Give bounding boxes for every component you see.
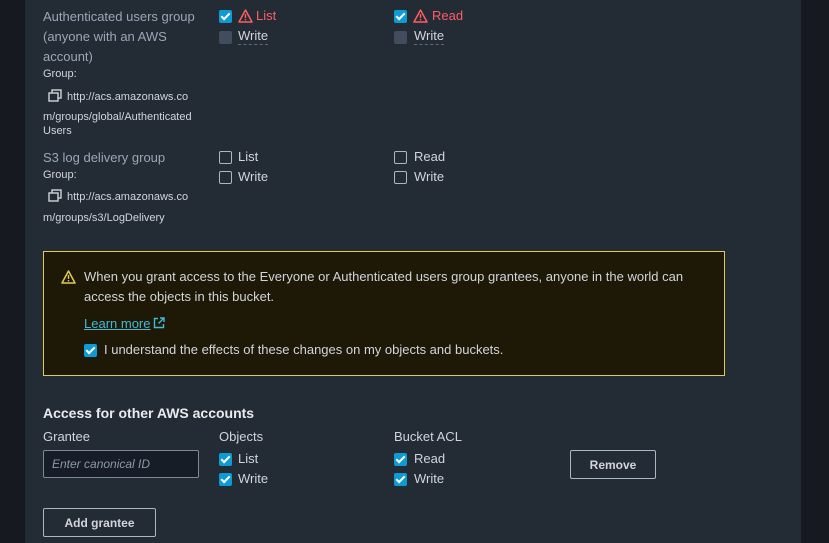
canonical-id-input[interactable]	[44, 451, 198, 477]
other-acl-write-label: Write	[414, 471, 445, 486]
other-acl-read-checkbox[interactable]	[394, 453, 407, 466]
col-objects: Objects	[219, 429, 264, 444]
log-group-label: Group:	[43, 169, 77, 181]
col-grantee: Grantee	[43, 429, 90, 444]
log-objects-list-checkbox[interactable]	[219, 151, 232, 164]
auth-objects-list-checkbox[interactable]	[219, 10, 232, 23]
auth-group-label: Group:	[43, 68, 77, 80]
auth-acl-read-checkbox[interactable]	[394, 10, 407, 23]
auth-objects-write-checkbox[interactable]	[219, 31, 232, 44]
add-grantee-button[interactable]: Add grantee	[43, 508, 156, 537]
other-objects-list-label: List	[238, 451, 259, 466]
log-objects-list-label: List	[238, 149, 259, 164]
log-objects-write-checkbox[interactable]	[219, 171, 232, 184]
auth-group-url-1: http://acs.amazonaws.co	[67, 91, 189, 103]
auth-objects-write-label: Write	[238, 28, 269, 45]
auth-acl-write-checkbox[interactable]	[394, 31, 407, 44]
other-objects-write-checkbox[interactable]	[219, 473, 232, 486]
other-acl-read-label: Read	[414, 451, 446, 466]
auth-group-title-line2: (anyone with an AWS	[43, 29, 167, 44]
other-objects-list-checkbox[interactable]	[219, 453, 232, 466]
log-acl-read-checkbox[interactable]	[394, 151, 407, 164]
log-acl-write-checkbox[interactable]	[394, 171, 407, 184]
other-acl-write-checkbox[interactable]	[394, 473, 407, 486]
canonical-id-field[interactable]	[43, 450, 199, 478]
warning-text: When you grant access to the Everyone or…	[84, 267, 683, 307]
acknowledge-label: I understand the effects of these change…	[104, 342, 504, 357]
copy-icon[interactable]	[48, 89, 62, 102]
log-group-url-2: m/groups/s3/LogDelivery	[43, 212, 165, 224]
copy-icon[interactable]	[48, 189, 62, 202]
warning-text-line1: When you grant access to the Everyone or…	[84, 269, 684, 284]
log-group-title: S3 log delivery group	[43, 150, 166, 165]
auth-group-title-line1: Authenticated users group	[43, 9, 195, 24]
log-acl-write-label: Write	[414, 169, 445, 184]
log-acl-read-label: Read	[414, 149, 446, 164]
auth-group-title-line3: account)	[43, 49, 93, 64]
auth-group-title: Authenticated users group (anyone with a…	[43, 7, 195, 67]
learn-more-label: Learn more	[84, 316, 151, 331]
log-objects-write-label: Write	[238, 169, 269, 184]
warning-icon	[413, 9, 428, 23]
warning-icon	[238, 9, 253, 23]
remove-button[interactable]: Remove	[570, 450, 656, 479]
other-objects-write-label: Write	[238, 471, 269, 486]
auth-group-url-2: m/groups/global/Authenticated	[43, 111, 192, 123]
col-bucket-acl: Bucket ACL	[394, 429, 462, 444]
warning-text-line2: access the objects in this bucket.	[84, 289, 275, 304]
external-link-icon[interactable]	[153, 317, 165, 329]
warning-icon	[61, 270, 76, 284]
other-accounts-heading: Access for other AWS accounts	[43, 405, 255, 421]
acknowledge-checkbox[interactable]	[84, 344, 97, 357]
log-group-url-1: http://acs.amazonaws.co	[67, 191, 189, 203]
auth-acl-write-label: Write	[414, 28, 445, 45]
auth-group-url-3: Users	[43, 125, 72, 137]
auth-objects-list-label: List	[256, 8, 277, 23]
auth-acl-read-label: Read	[432, 8, 464, 23]
learn-more-link[interactable]: Learn more	[84, 315, 150, 333]
